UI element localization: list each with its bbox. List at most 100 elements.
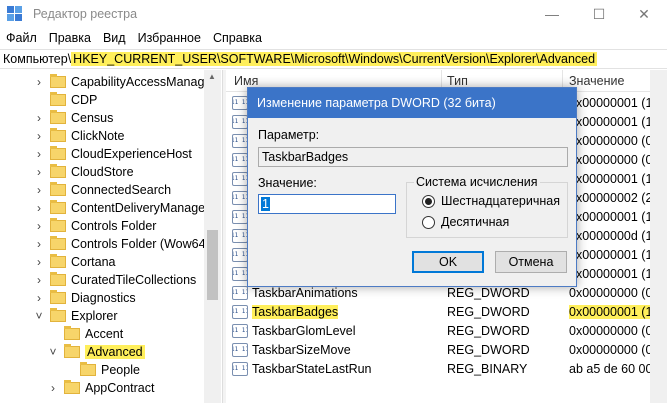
tree-item-label: CuratedTileCollections	[71, 273, 197, 287]
tree-item[interactable]: › ClickNote	[34, 127, 125, 145]
radio-hex-label: Шестнадцатеричная	[441, 194, 560, 208]
folder-icon	[80, 362, 96, 376]
chevron-down-icon[interactable]: ˅	[34, 309, 44, 323]
tree-item[interactable]: › Controls Folder (Wow64)	[34, 235, 210, 253]
column-value-header[interactable]: Значение	[569, 74, 624, 88]
reg-binary-value-icon: 011 110	[232, 133, 248, 148]
scroll-up-icon[interactable]: ▲	[208, 72, 216, 81]
chevron-right-icon[interactable]: ›	[34, 201, 44, 215]
list-row[interactable]: 011 110 TaskbarStateLastRun REG_BINARY ab a…	[226, 359, 667, 378]
menu-view[interactable]: Вид	[97, 31, 132, 45]
chevron-right-icon[interactable]: ›	[34, 75, 44, 89]
param-label: Параметр:	[258, 128, 320, 142]
tree-item[interactable]: › CuratedTileCollections	[34, 271, 196, 289]
window-title: Редактор реестра	[33, 7, 138, 21]
value-data-cell: ab a5 de 60 00 0	[569, 361, 663, 376]
list-row[interactable]: 011 110 TaskbarGlomLevel REG_DWORD 0x000000…	[226, 321, 667, 340]
menu-file[interactable]: Файл	[0, 31, 43, 45]
menu-favorites[interactable]: Избранное	[132, 31, 207, 45]
column-name-header[interactable]: Имя	[234, 74, 258, 88]
tree-item-label: CloudStore	[71, 165, 134, 179]
reg-binary-value-icon: 011 110	[232, 95, 248, 110]
tree-item[interactable]: › CloudStore	[34, 163, 134, 181]
address-bar[interactable]: Компьютер\ HKEY_CURRENT_USER\SOFTWARE\Mic…	[0, 49, 667, 69]
tree-item[interactable]: › ConnectedSearch	[34, 181, 171, 199]
value-type-cell: REG_DWORD	[447, 285, 530, 300]
chevron-right-icon[interactable]: ›	[34, 237, 44, 251]
dialog-body: Параметр: TaskbarBadges Значение: 1 Сист…	[248, 118, 576, 286]
tree-item-label: Cortana	[71, 255, 116, 269]
tree-item[interactable]: People	[64, 361, 140, 379]
folder-icon	[50, 308, 66, 322]
value-name-cell: TaskbarAnimations	[252, 285, 358, 300]
chevron-right-icon[interactable]: ›	[34, 273, 44, 287]
tree-scroll-thumb[interactable]	[207, 230, 218, 300]
value-data-cell: 0x00000000 (0)	[569, 323, 657, 338]
radio-hex[interactable]: Шестнадцатеричная	[422, 194, 560, 208]
tree-item[interactable]: CDP	[34, 91, 97, 109]
folder-icon	[50, 254, 66, 268]
chevron-right-icon[interactable]: ›	[34, 165, 44, 179]
tree-item[interactable]: ˅ Explorer	[34, 307, 118, 325]
value-data-cell: 0x00000001 (1)	[569, 304, 657, 319]
tree-item[interactable]: › Census	[34, 109, 113, 127]
value-data-cell: 0x00000000 (0)	[569, 285, 657, 300]
tree-item[interactable]: › CloudExperienceHost	[34, 145, 192, 163]
tree-item[interactable]: › Cortana	[34, 253, 115, 271]
chevron-right-icon[interactable]: ›	[34, 219, 44, 233]
chevron-right-icon[interactable]: ›	[34, 147, 44, 161]
chevron-right-icon[interactable]: ›	[34, 291, 44, 305]
close-icon: ✕	[638, 5, 650, 22]
close-button[interactable]: ✕	[621, 0, 667, 28]
reg-binary-value-icon: 011 110	[232, 361, 248, 376]
column-type-header[interactable]: Тип	[447, 74, 468, 88]
dialog-title-bar: Изменение параметра DWORD (32 бита)	[248, 88, 576, 118]
value-data-cell: 0x00000000 (0)	[569, 152, 657, 167]
value-data-cell: 0x00000001 (1)	[569, 114, 657, 129]
minimize-icon: —	[545, 6, 559, 22]
list-scrollbar[interactable]	[650, 70, 667, 403]
registry-tree[interactable]: › CapabilityAccessManager CDP › Census › Click…	[0, 70, 222, 403]
tree-item[interactable]: › CapabilityAccessManager	[34, 73, 216, 91]
maximize-button[interactable]: ☐	[576, 0, 622, 28]
value-data-cell: 0x00000001 (1)	[569, 95, 657, 110]
chevron-right-icon[interactable]: ›	[34, 111, 44, 125]
reg-binary-value-icon: 011 110	[232, 152, 248, 167]
folder-icon	[50, 92, 66, 106]
tree-item[interactable]: › AppContract	[48, 379, 154, 397]
chevron-down-icon[interactable]: ˅	[48, 345, 58, 359]
folder-icon	[50, 182, 66, 196]
radio-dec-indicator[interactable]	[422, 215, 435, 229]
chevron-right-icon[interactable]: ›	[34, 129, 44, 143]
list-row[interactable]: 011 110 TaskbarBadges REG_DWORD 0x00000001 …	[226, 302, 667, 321]
tree-item[interactable]: › Controls Folder	[34, 217, 156, 235]
chevron-right-icon[interactable]: ›	[48, 381, 58, 395]
tree-scrollbar[interactable]: ▲	[204, 70, 221, 403]
radio-dec-label: Десятичная	[441, 215, 510, 229]
param-name-field: TaskbarBadges	[258, 147, 568, 167]
list-row[interactable]: 011 110 TaskbarSizeMove REG_DWORD 0x0000000…	[226, 340, 667, 359]
ok-button[interactable]: OK	[412, 251, 484, 273]
chevron-right-icon[interactable]: ›	[34, 255, 44, 269]
dialog-title: Изменение параметра DWORD (32 бита)	[257, 96, 496, 110]
tree-item[interactable]: ˅ Advanced	[48, 343, 145, 361]
menu-help[interactable]: Справка	[207, 31, 268, 45]
value-type-cell: REG_DWORD	[447, 342, 530, 357]
tree-item-label: ContentDeliveryManager	[71, 201, 210, 215]
tree-item[interactable]: Accent	[48, 325, 123, 343]
cancel-button[interactable]: Отмена	[495, 251, 567, 273]
radio-dec[interactable]: Десятичная	[422, 215, 509, 229]
tree-item-label: Controls Folder (Wow64)	[71, 237, 210, 251]
tree-item[interactable]: › Diagnostics	[34, 289, 136, 307]
chevron-right-icon[interactable]: ›	[34, 183, 44, 197]
value-input[interactable]: 1	[258, 194, 396, 214]
reg-binary-value-icon: 011 110	[232, 323, 248, 338]
radio-hex-indicator[interactable]	[422, 194, 435, 208]
reg-binary-value-icon: 011 110	[232, 342, 248, 357]
minimize-button[interactable]: —	[529, 0, 575, 28]
tree-item[interactable]: › ContentDeliveryManager	[34, 199, 209, 217]
folder-icon	[50, 110, 66, 124]
edit-dword-dialog: Изменение параметра DWORD (32 бита) Пара…	[247, 87, 577, 287]
tree-item-label: Explorer	[71, 309, 118, 323]
menu-edit[interactable]: Правка	[43, 31, 97, 45]
